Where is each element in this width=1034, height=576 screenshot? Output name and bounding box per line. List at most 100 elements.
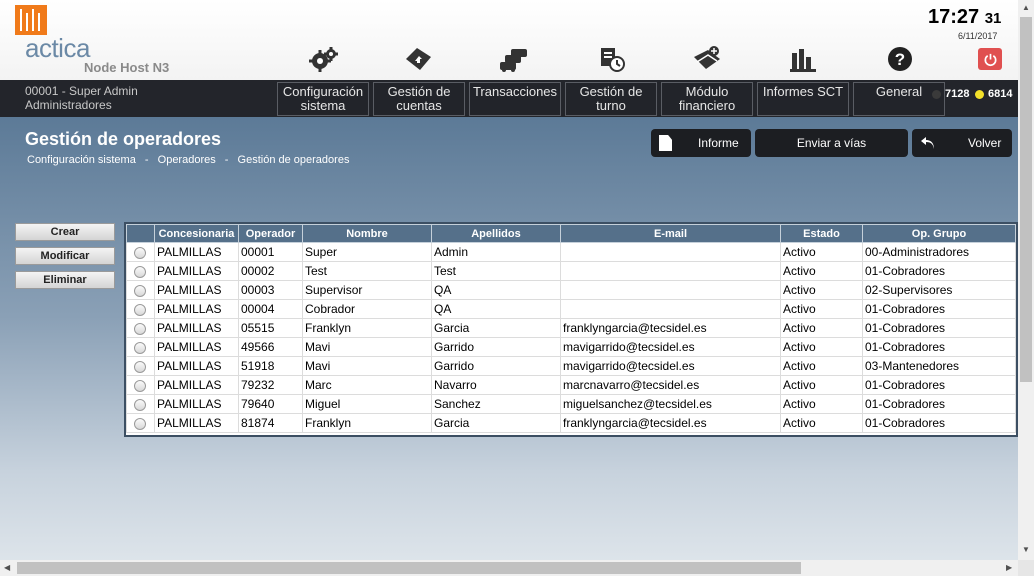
- table-cell: 51918: [238, 356, 303, 376]
- main-menu-bar: 00001 - Super Admin Administradores Conf…: [0, 80, 1018, 117]
- breadcrumb-item[interactable]: Operadores: [158, 154, 216, 166]
- table-cell: Garcia: [431, 413, 561, 433]
- logo-text: actica: [25, 33, 90, 63]
- modificar-button[interactable]: Modificar: [15, 247, 115, 265]
- scrollbar-corner: [1018, 560, 1034, 576]
- table-row[interactable]: PALMILLAS 00004 Cobrador QA Activo 01-Cobrado…: [126, 299, 1016, 319]
- table-cell: [560, 299, 781, 319]
- row-select-cell[interactable]: [126, 394, 155, 414]
- table-cell: 01-Cobradores: [862, 337, 1016, 357]
- clock: 17:27 31: [928, 6, 1002, 28]
- table-row[interactable]: PALMILLAS 81874 Franklyn Garcia franklyngarc…: [126, 413, 1016, 433]
- back-arrow-icon: [920, 135, 936, 151]
- date-label: 6/11/2017: [958, 31, 998, 41]
- row-radio[interactable]: [134, 322, 146, 335]
- menu-gestion-turno[interactable]: Gestión de turno: [565, 82, 657, 116]
- enviar-vias-button[interactable]: Enviar a vías: [755, 129, 908, 157]
- logo-mark: [15, 5, 47, 35]
- user-role: Administradores: [25, 98, 112, 112]
- status-count-1: 7128: [945, 88, 970, 100]
- row-select-cell[interactable]: [126, 261, 155, 281]
- table-cell: Navarro: [431, 375, 561, 395]
- menu-modulo-financiero[interactable]: Módulo financiero: [661, 82, 753, 116]
- row-select-cell[interactable]: [126, 280, 155, 300]
- table-cell: Supervisor: [302, 280, 432, 300]
- status-count-2: 6814: [988, 88, 1013, 100]
- menu-informes-sct[interactable]: Informes SCT: [757, 82, 849, 116]
- column-header[interactable]: Estado: [780, 224, 863, 243]
- document-icon: [659, 135, 672, 151]
- table-row[interactable]: PALMILLAS 05515 Franklyn Garcia franklyngarc…: [126, 318, 1016, 338]
- column-header[interactable]: Nombre: [302, 224, 432, 243]
- menu-transacciones[interactable]: Transacciones: [469, 82, 561, 116]
- vertical-scrollbar[interactable]: ▲ ▼: [1018, 0, 1034, 560]
- table-cell: Activo: [780, 261, 863, 281]
- row-radio[interactable]: [134, 417, 146, 430]
- menu-gestion-cuentas[interactable]: Gestión de cuentas: [373, 82, 465, 116]
- row-radio[interactable]: [134, 303, 146, 316]
- row-radio[interactable]: [134, 265, 146, 278]
- row-select-cell[interactable]: [126, 318, 155, 338]
- row-radio[interactable]: [134, 284, 146, 297]
- row-select-cell[interactable]: [126, 299, 155, 319]
- menu-general[interactable]: General: [853, 82, 945, 116]
- row-select-cell[interactable]: [126, 242, 155, 262]
- card-arrow-icon[interactable]: [401, 44, 435, 74]
- horizontal-scroll-thumb[interactable]: [17, 562, 801, 574]
- table-row[interactable]: PALMILLAS 79640 Miguel Sanchez miguelsanchez…: [126, 394, 1016, 414]
- table-cell: 00004: [238, 299, 303, 319]
- table-cell: Admin: [431, 242, 561, 262]
- row-select-cell[interactable]: [126, 337, 155, 357]
- row-radio[interactable]: [134, 341, 146, 354]
- table-row[interactable]: PALMILLAS 00003 Supervisor QA Activo 02-Super…: [126, 280, 1016, 300]
- crear-button[interactable]: Crear: [15, 223, 115, 241]
- row-radio[interactable]: [134, 398, 146, 411]
- table-cell: 01-Cobradores: [862, 413, 1016, 433]
- table-cell: 01-Cobradores: [862, 318, 1016, 338]
- row-select-cell[interactable]: [126, 375, 155, 395]
- horizontal-scrollbar[interactable]: ◀ ▶: [0, 560, 1018, 576]
- table-row[interactable]: PALMILLAS 49566 Mavi Garrido mavigarrido@tec…: [126, 337, 1016, 357]
- table-cell: 49566: [238, 337, 303, 357]
- table-cell: Activo: [780, 318, 863, 338]
- gear-icon[interactable]: [307, 44, 341, 74]
- column-header[interactable]: Concesionaria: [154, 224, 239, 243]
- menu-configuracion-sistema[interactable]: Configuración sistema: [277, 82, 369, 116]
- table-cell: Garrido: [431, 337, 561, 357]
- table-row[interactable]: PALMILLAS 00002 Test Test Activo 01-Cobradore…: [126, 261, 1016, 281]
- breadcrumb: Configuración sistema - Operadores - Ges…: [27, 154, 355, 166]
- power-icon[interactable]: [978, 48, 1002, 70]
- table-cell: PALMILLAS: [154, 299, 239, 319]
- table-cell: 00003: [238, 280, 303, 300]
- volver-button[interactable]: Volver: [912, 129, 1012, 157]
- bar-chart-icon[interactable]: [787, 44, 821, 74]
- cars-icon[interactable]: [497, 44, 531, 74]
- table-row[interactable]: PALMILLAS 00001 Super Admin Activo 00-Adminis…: [126, 242, 1016, 262]
- column-header[interactable]: Operador: [238, 224, 303, 243]
- vertical-scroll-thumb[interactable]: [1020, 17, 1032, 382]
- help-icon[interactable]: ?: [883, 44, 917, 74]
- eliminar-button[interactable]: Eliminar: [15, 271, 115, 289]
- wallet-icon[interactable]: [690, 44, 724, 74]
- row-radio[interactable]: [134, 360, 146, 373]
- table-cell: marcnavarro@tecsidel.es: [560, 375, 781, 395]
- table-cell: 03-Mantenedores: [862, 356, 1016, 376]
- row-select-cell[interactable]: [126, 356, 155, 376]
- row-radio[interactable]: [134, 379, 146, 392]
- table-row[interactable]: PALMILLAS 79232 Marc Navarro marcnavarro@tec…: [126, 375, 1016, 395]
- table-cell: PALMILLAS: [154, 242, 239, 262]
- select-column-header[interactable]: [126, 224, 155, 243]
- row-select-cell[interactable]: [126, 413, 155, 433]
- schedule-icon[interactable]: [595, 44, 629, 74]
- column-header[interactable]: Op. Grupo: [862, 224, 1016, 243]
- table-cell: 79232: [238, 375, 303, 395]
- table-cell: Garcia: [431, 318, 561, 338]
- informe-button[interactable]: Informe: [651, 129, 751, 157]
- row-radio[interactable]: [134, 246, 146, 259]
- table-cell: Activo: [780, 299, 863, 319]
- table-row[interactable]: PALMILLAS 51918 Mavi Garrido mavigarrido@tec…: [126, 356, 1016, 376]
- breadcrumb-item[interactable]: Configuración sistema: [27, 154, 136, 166]
- table-cell: Activo: [780, 337, 863, 357]
- column-header[interactable]: Apellidos: [431, 224, 561, 243]
- column-header[interactable]: E-mail: [560, 224, 781, 243]
